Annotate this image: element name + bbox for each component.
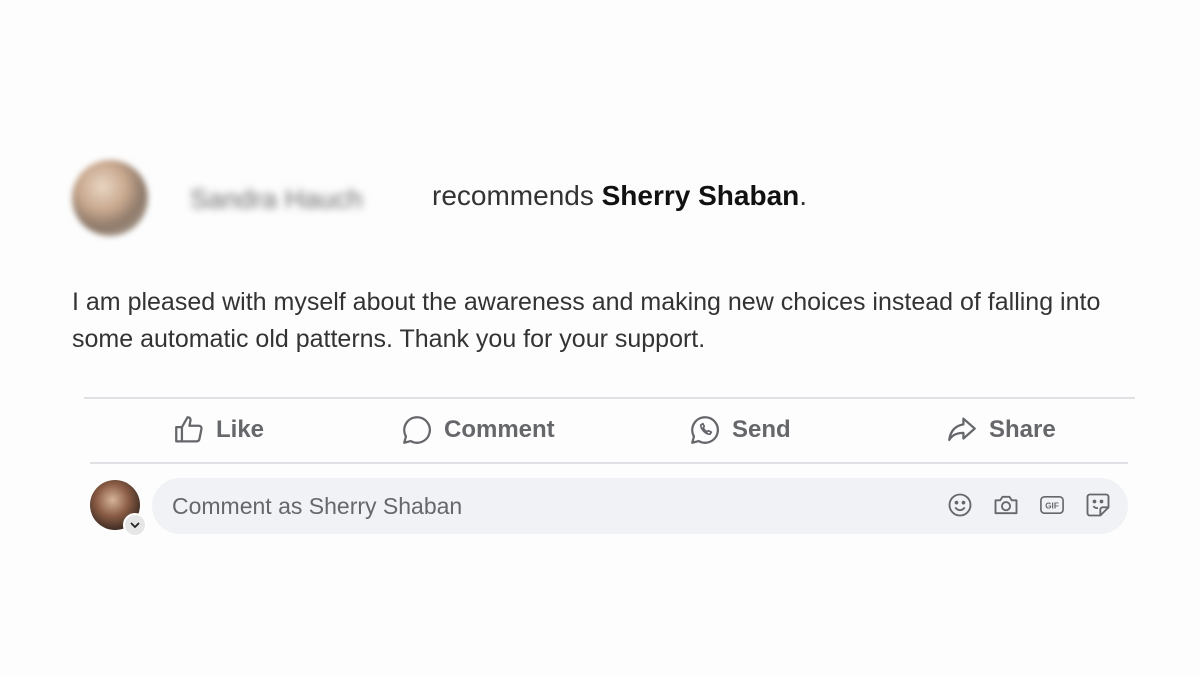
recommend-suffix: . [799, 180, 808, 211]
divider [84, 397, 1135, 399]
like-button[interactable]: Like [172, 412, 264, 448]
recommended-page-link[interactable]: Sherry Shaban [602, 180, 800, 211]
emoji-icon[interactable] [946, 491, 974, 519]
recommend-line: recommends Sherry Shaban. [432, 180, 807, 212]
svg-text:GIF: GIF [1045, 502, 1059, 511]
recommend-verb: recommends [432, 180, 594, 211]
sticker-icon[interactable] [1084, 491, 1112, 519]
divider [90, 462, 1128, 464]
comment-bubble-icon [403, 416, 432, 444]
share-button[interactable]: Share [945, 412, 1056, 448]
comment-label: Comment [444, 416, 555, 443]
comment-box[interactable]: GIF [152, 478, 1128, 534]
author-name[interactable]: Sandra Hauch [190, 184, 363, 215]
send-label: Send [732, 416, 791, 443]
comment-tools: GIF [946, 491, 1112, 519]
like-label: Like [216, 416, 265, 443]
share-label: Share [989, 416, 1056, 443]
comment-input[interactable] [170, 491, 914, 521]
comment-button[interactable]: Comment [400, 412, 555, 448]
chevron-down-icon[interactable] [123, 513, 147, 537]
send-button[interactable]: Send [688, 412, 791, 448]
camera-icon[interactable] [992, 491, 1020, 519]
thumbs-up-icon [175, 416, 203, 443]
gif-icon[interactable]: GIF [1038, 491, 1066, 519]
share-arrow-icon [948, 417, 976, 442]
post-body: I am pleased with myself about the aware… [72, 288, 1101, 353]
post-header: Sandra Hauch recommends Sherry Shaban. [72, 158, 1072, 238]
whatsapp-icon [691, 416, 720, 444]
author-avatar[interactable] [72, 160, 148, 236]
